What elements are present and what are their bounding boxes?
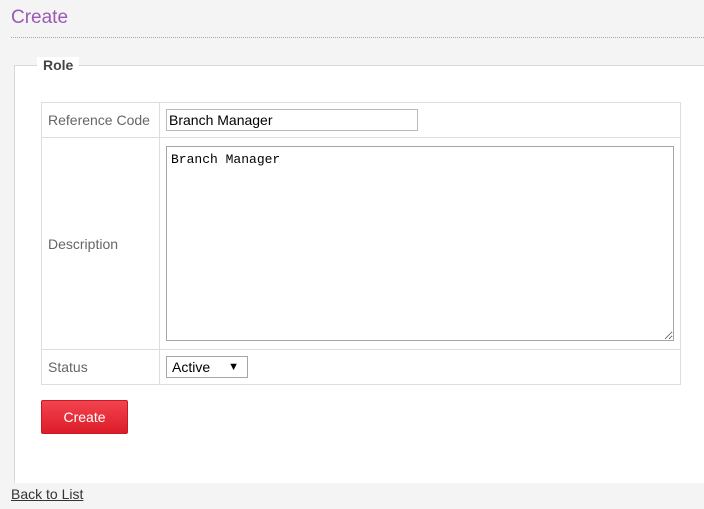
reference-code-input[interactable] <box>166 109 418 131</box>
status-select-value: Active <box>172 359 211 375</box>
status-label: Status <box>41 349 160 385</box>
role-fieldset: Role Reference Code Description Branch M… <box>14 57 704 483</box>
back-to-list-link[interactable]: Back to List <box>11 486 83 502</box>
description-label: Description <box>41 137 160 350</box>
status-cell: Active ▼ <box>159 349 681 385</box>
reference-code-cell <box>159 102 681 138</box>
caret-down-icon: ▼ <box>228 361 239 373</box>
reference-code-row: Reference Code <box>41 102 681 138</box>
description-cell: Branch Manager <box>159 137 681 350</box>
reference-code-label: Reference Code <box>41 102 160 138</box>
form-table: Reference Code Description Branch Manage… <box>41 102 681 385</box>
description-row: Description Branch Manager <box>41 137 681 350</box>
fieldset-legend: Role <box>37 57 80 73</box>
status-select[interactable]: Active ▼ <box>166 356 248 378</box>
status-row: Status Active ▼ <box>41 349 681 385</box>
description-textarea[interactable]: Branch Manager <box>166 146 674 341</box>
title-divider <box>11 37 704 38</box>
create-button[interactable]: Create <box>41 400 128 434</box>
page-title: Create <box>11 7 69 28</box>
